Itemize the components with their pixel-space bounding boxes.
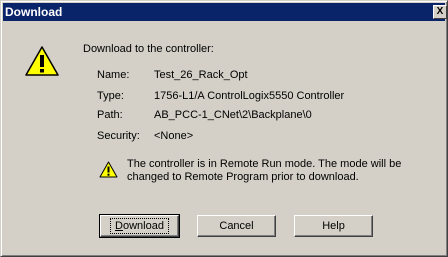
window-title: Download — [5, 5, 63, 19]
title-bar[interactable]: Download X — [3, 3, 447, 21]
security-value: <None> — [154, 130, 194, 142]
help-button[interactable]: Help — [294, 215, 373, 237]
path-label: Path: — [97, 109, 123, 121]
dialog-heading: Download to the controller: — [83, 43, 214, 55]
type-label: Type: — [97, 90, 124, 102]
download-button[interactable]: Download — [99, 214, 180, 238]
download-button-label: Download — [110, 218, 169, 234]
security-label: Security: — [97, 130, 140, 142]
mode-warning-text: The controller is in Remote Run mode. Th… — [127, 158, 402, 183]
close-button[interactable]: X — [433, 5, 447, 19]
download-dialog: Download X Download to the controller: N… — [0, 0, 448, 257]
close-icon: X — [436, 6, 444, 17]
warning-icon — [99, 161, 118, 178]
type-value: 1756-L1/A ControlLogix5550 Controller — [154, 90, 345, 102]
warning-icon — [25, 46, 59, 76]
name-label: Name: — [97, 69, 130, 81]
name-value: Test_26_Rack_Opt — [154, 69, 248, 81]
path-value: AB_PCC-1_CNet\2\Backplane\0 — [154, 109, 312, 121]
cancel-button[interactable]: Cancel — [197, 215, 276, 237]
